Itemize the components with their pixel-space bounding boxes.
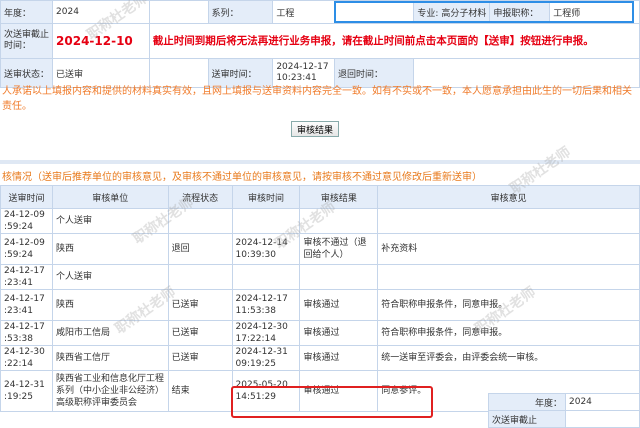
section-divider [0, 160, 640, 164]
deadline-notice: 截止时间到期后将无法再进行业务申报，请在截止时间前点击本页面的【送审】按钮进行申… [148, 23, 640, 59]
row-send-time: 24-12-17 :23:41 [0, 264, 53, 290]
row-send-time: 24-12-09 :59:24 [0, 208, 53, 234]
row-review-unit: 个人送审 [51, 264, 169, 290]
fragment-year-label: 年度： [488, 393, 566, 411]
major-label: 专业: 高分子材料 [413, 0, 491, 24]
series-value: 工程 [272, 0, 415, 24]
row-review-result: 审核通过 [299, 345, 379, 371]
row-review-result: 审核通过 [299, 370, 379, 412]
deadline-label: 次送审截止时间： [0, 23, 54, 59]
declared-title-value: 工程师 [549, 0, 640, 24]
row-flow-status: 已送审 [167, 345, 233, 371]
col-send-time: 送审时间 [0, 185, 53, 209]
deadline-value: 2024-12-10 [52, 23, 150, 59]
overlay-info-fragment: 年度： 2024 次送审截止 [488, 393, 640, 428]
row-review-opinion [377, 264, 640, 290]
table-row: 24-12-17 :23:41 陕西 已送审 2024-12-17 11:53:38 审… [0, 289, 640, 321]
row-review-time [231, 208, 301, 234]
applicant-pledge: 人承诺以上填报内容和提供的材料真实有效，且网上填报与送审资料内容完全一致。如有不… [2, 86, 632, 112]
row-flow-status: 结束 [167, 370, 233, 412]
series-label: 系列： [207, 0, 274, 24]
row-review-unit: 陕西 [51, 289, 169, 321]
row-review-time: 2024-12-17 11:53:38 [231, 289, 301, 321]
col-review-result: 审核结果 [299, 185, 379, 209]
table-row: 24-12-09 :59:24 个人送审 [0, 208, 640, 234]
row-flow-status: 已送审 [167, 320, 233, 346]
col-flow-status: 流程状态 [167, 185, 233, 209]
table-row: 24-12-09 :59:24 陕西 退回 2024-12-14 10:39:30 审核… [0, 233, 640, 265]
row-send-time: 24-12-17 :53:38 [0, 320, 53, 346]
row-review-unit: 陕西 [51, 233, 169, 265]
row-review-opinion: 补充资料 [377, 233, 640, 265]
row-review-time: 2025-05-20 14:51:29 [231, 370, 301, 412]
row-review-opinion [377, 208, 640, 234]
row-flow-status [167, 264, 233, 290]
row-review-result: 审核通过 [299, 289, 379, 321]
table-row: 24-12-30 :22:14 陕西省工信厅 已送审 2024-12-31 09:19… [0, 345, 640, 371]
row-review-unit: 咸阳市工信局 [51, 320, 169, 346]
row-review-unit: 陕西省工信厅 [51, 345, 169, 371]
col-review-time: 审核时间 [231, 185, 301, 209]
table-row: 24-12-17 :53:38 咸阳市工信局 已送审 2024-12-30 17:22… [0, 320, 640, 346]
fragment-deadline-label: 次送审截止 [488, 410, 566, 428]
table-row: 24-12-17 :23:41 个人送审 [0, 264, 640, 290]
review-result-button[interactable]: 审核结果 [291, 121, 340, 137]
row-flow-status: 已送审 [167, 289, 233, 321]
row-flow-status [167, 208, 233, 234]
row-review-opinion: 符合职称申报条件，同意申报。 [377, 289, 640, 321]
row-send-time: 24-12-31 :19:25 [0, 370, 53, 412]
row-send-time: 24-12-30 :22:14 [0, 345, 53, 371]
row-review-time: 2024-12-31 09:19:25 [231, 345, 301, 371]
row-review-unit: 陕西省工业和信息化厅工程系列（中小企业非公经济）高级职称评审委员会 [51, 370, 169, 412]
row-review-unit: 个人送审 [51, 208, 169, 234]
year-label: 年度： [0, 0, 54, 24]
row-review-result: 审核通过 [299, 320, 379, 346]
row-review-opinion: 统一送审至评委会，由评委会统一审核。 [377, 345, 640, 371]
row-review-time: 2024-12-30 17:22:14 [231, 320, 301, 346]
row-review-time [231, 264, 301, 290]
row-review-opinion: 符合职称申报条件，同意申报。 [377, 320, 640, 346]
review-section-heading: 核情况（送审后推荐单位的审核意见，及审核不通过单位的审核意见，请按审核不通过意见… [2, 172, 482, 183]
row-review-result [299, 264, 379, 290]
row-review-result: 审核不通过（退回给个人） [299, 233, 379, 265]
row-send-time: 24-12-17 :23:41 [0, 289, 53, 321]
declared-title-label: 申报职称： [489, 0, 551, 24]
major-value: 高分子材料 [441, 8, 487, 19]
row-review-result [299, 208, 379, 234]
row-flow-status: 退回 [167, 233, 233, 265]
year-value: 2024 [52, 0, 150, 24]
col-review-opinion: 审核意见 [377, 185, 640, 209]
row-send-time: 24-12-09 :59:24 [0, 233, 53, 265]
review-table: 送审时间 审核单位 流程状态 审核时间 审核结果 审核意见 24-12-09 :… [0, 185, 640, 412]
row-review-time: 2024-12-14 10:39:30 [231, 233, 301, 265]
application-info-table: 年度： 2024 系列： 工程 专业: 高分子材料 申报职称： 工程师 次送审截… [0, 0, 640, 88]
fragment-year-value: 2024 [565, 393, 640, 411]
col-review-unit: 审核单位 [51, 185, 169, 209]
